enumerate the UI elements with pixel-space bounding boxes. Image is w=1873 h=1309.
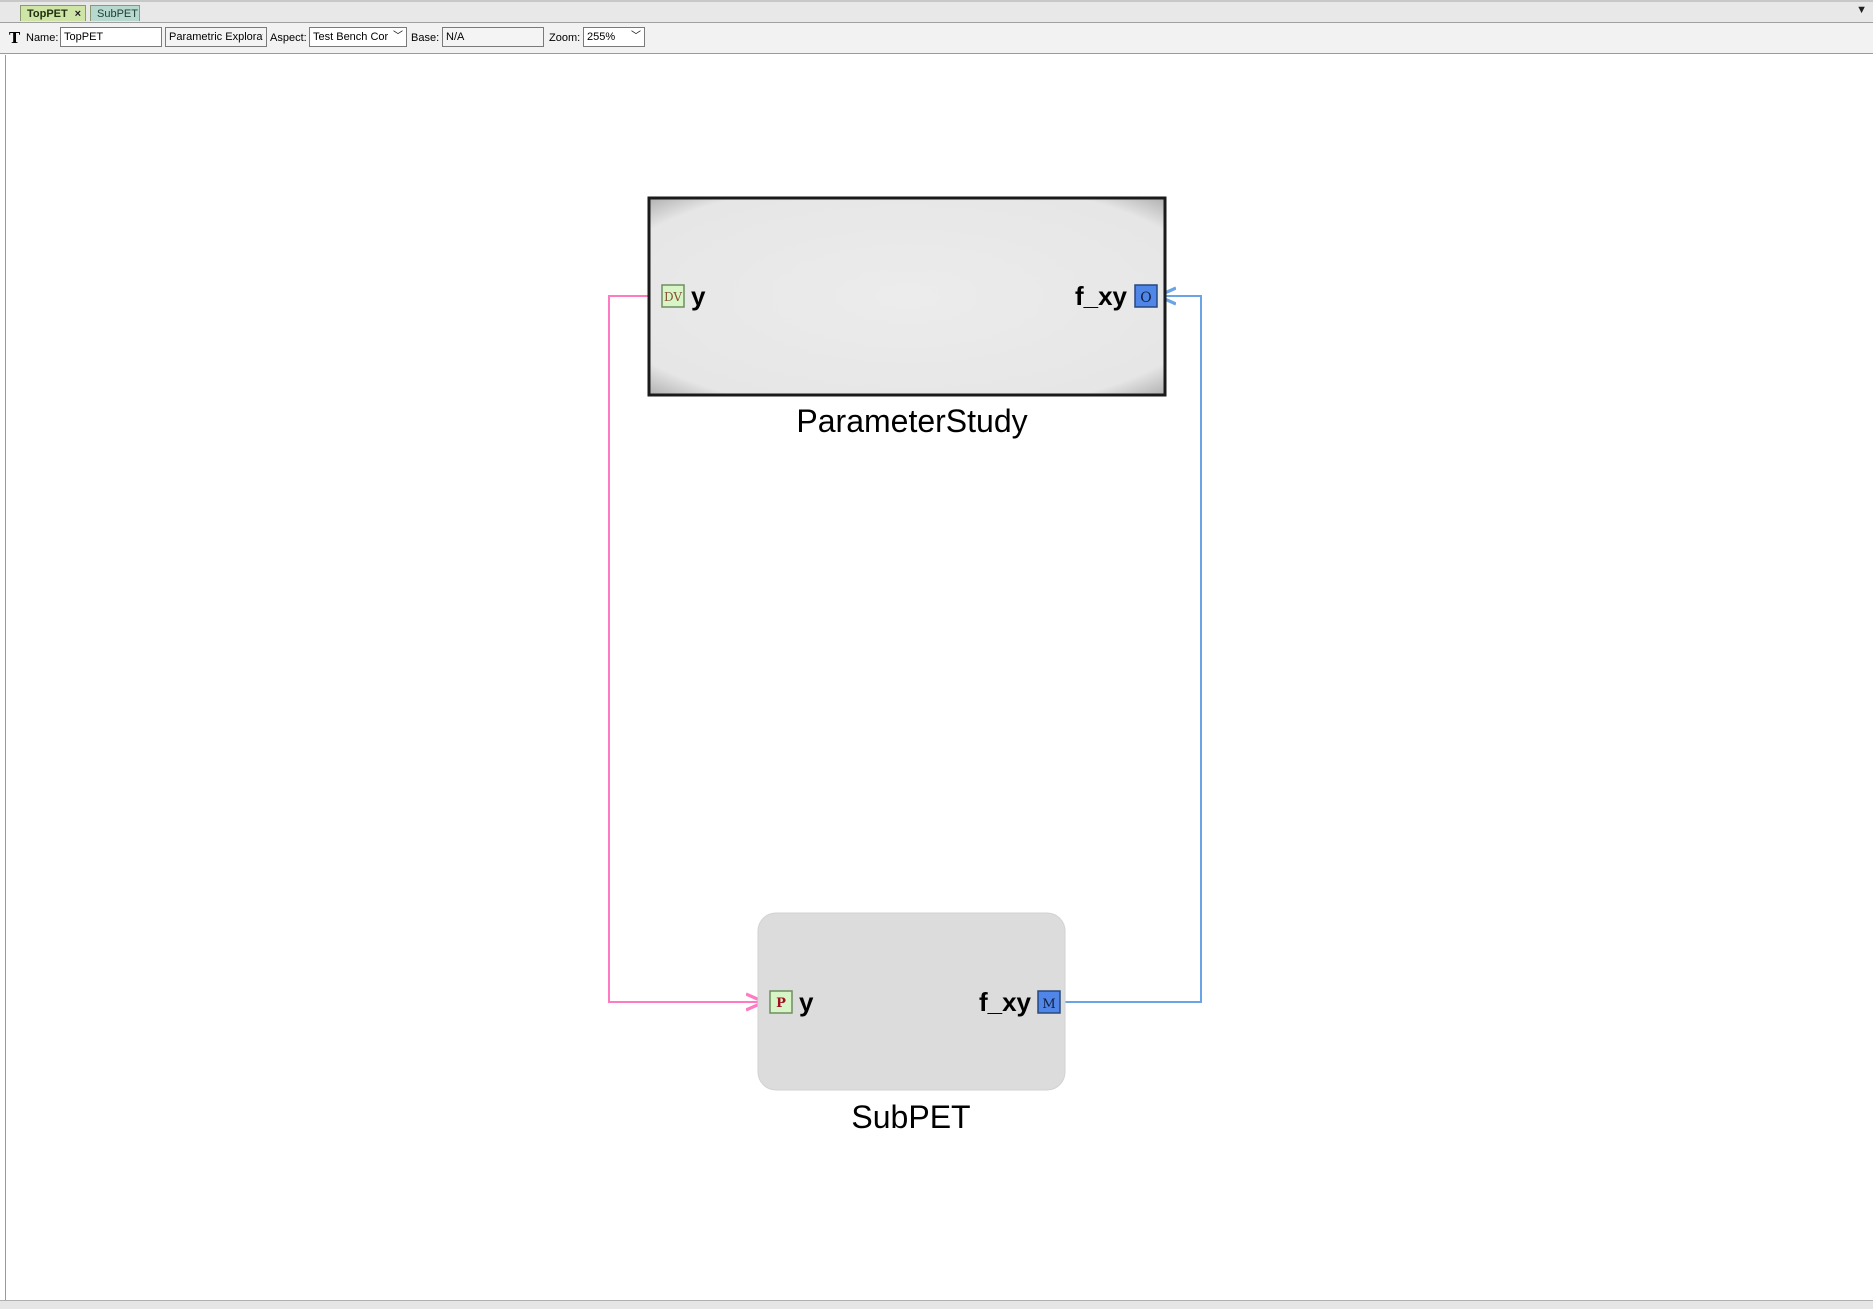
zoom-select-value: 255%	[587, 31, 616, 43]
connection-design-variable[interactable]	[608, 295, 764, 1002]
base-field[interactable]	[442, 27, 544, 47]
chevron-down-icon: ﹀	[631, 31, 641, 42]
subpet-out-port-label: f_xy	[979, 987, 1032, 1017]
properties-toolbar: T Name: Aspect: Test Bench Cor ﹀ Base: Z…	[0, 23, 1873, 54]
diagram-canvas[interactable]: DV y f_xy O ParameterStudy P y f_xy M Su…	[5, 55, 1869, 1300]
tab-strip-topline	[0, 0, 1873, 2]
parameter-study-out-port[interactable]: O	[1134, 284, 1158, 308]
aspect-select[interactable]: Test Bench Cor ﹀	[309, 27, 407, 47]
tab-subpet[interactable]: SubPET	[90, 5, 140, 21]
subpet-out-port[interactable]: M	[1037, 990, 1061, 1014]
parameter-study-out-port-label: f_xy	[1075, 281, 1128, 311]
name-field[interactable]	[60, 27, 162, 47]
chevron-down-icon[interactable]: ▼	[1856, 4, 1867, 16]
tab-strip: TopPET × SubPET ▼	[0, 0, 1873, 23]
zoom-label: Zoom:	[549, 32, 581, 44]
tab-toppet-label: TopPET	[27, 8, 68, 20]
connection-metric[interactable]	[1063, 296, 1202, 1003]
subpet-in-port-label: y	[799, 987, 814, 1017]
kind-field[interactable]	[165, 27, 267, 47]
parameter-study-in-port-label: y	[691, 281, 706, 311]
objective-badge: O	[1140, 290, 1151, 306]
tab-subpet-label: SubPET	[97, 8, 138, 20]
aspect-label: Aspect:	[270, 32, 307, 44]
chevron-down-icon: ﹀	[393, 31, 403, 42]
text-tool-icon[interactable]: T	[9, 29, 20, 47]
base-label: Base:	[411, 32, 440, 44]
close-icon[interactable]: ×	[75, 6, 81, 22]
parameter-badge: P	[776, 996, 786, 1011]
metric-badge: M	[1042, 997, 1055, 1012]
diagram-svg: DV y f_xy O ParameterStudy P y f_xy M Su…	[608, 196, 1202, 1135]
aspect-select-value: Test Bench Cor	[313, 31, 389, 43]
parameter-study-in-port[interactable]: DV	[661, 284, 685, 308]
dv-badge: DV	[664, 290, 682, 304]
parameter-study-label: ParameterStudy	[796, 403, 1027, 439]
tab-toppet[interactable]: TopPET ×	[20, 5, 86, 21]
zoom-select[interactable]: 255% ﹀	[583, 27, 645, 47]
name-label: Name:	[26, 32, 59, 44]
subpet-in-port[interactable]: P	[769, 990, 793, 1014]
subpet-label: SubPET	[851, 1099, 970, 1135]
